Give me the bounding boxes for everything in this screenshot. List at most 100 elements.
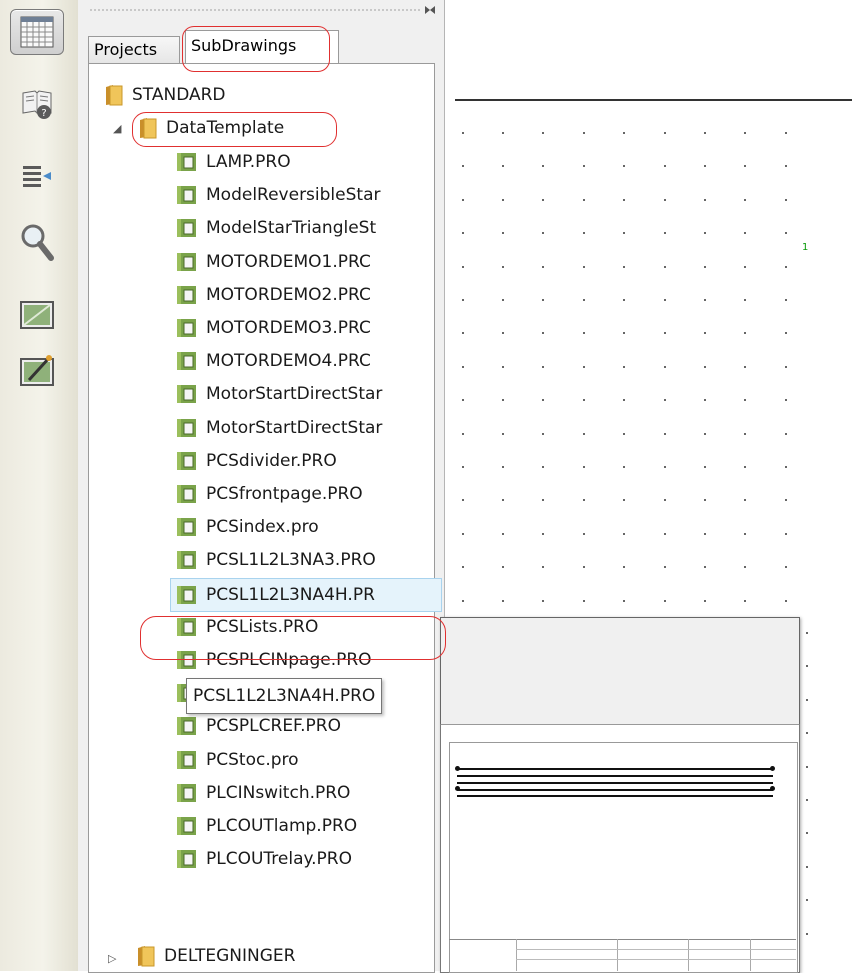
grid-dot	[623, 566, 625, 568]
tree-item-file[interactable]: LAMP.PRO	[176, 146, 432, 178]
grid-dot	[785, 232, 787, 234]
grid-view-button[interactable]	[10, 9, 64, 55]
grid-dot	[744, 499, 746, 501]
edit-screen-icon	[20, 355, 54, 386]
column-marker: 1	[802, 242, 809, 253]
subdrawing-file-icon	[177, 153, 196, 171]
tree-item-label: MotorStartDirectStar	[206, 418, 383, 438]
tree-item-label: MOTORDEMO3.PRC	[206, 318, 371, 338]
grid-dot	[502, 232, 504, 234]
grid-dot	[502, 466, 504, 468]
tree-item-label: MOTORDEMO4.PRC	[206, 351, 371, 371]
grid-dot	[502, 299, 504, 301]
search-button[interactable]	[11, 220, 63, 264]
grid-dot	[462, 433, 464, 435]
grid-dot	[542, 466, 544, 468]
grid-dot	[806, 632, 808, 634]
collapse-arrow-icon[interactable]: ▷	[108, 952, 116, 965]
grid-dot	[806, 899, 808, 901]
tree-item-label: PCSfrontpage.PRO	[206, 484, 363, 504]
grid-dot	[502, 433, 504, 435]
tree-item-label: ModelStarTriangleSt	[206, 218, 377, 238]
tree-item-deltegninger[interactable]: DELTEGNINGER	[136, 940, 295, 972]
grid-dot	[704, 466, 706, 468]
grid-dot	[806, 665, 808, 667]
grid-dot	[623, 232, 625, 234]
grid-dot	[785, 600, 787, 602]
tree-item-datatemplate[interactable]: DataTemplate	[138, 112, 284, 144]
tree-item-file[interactable]: MotorStartDirectStar	[176, 412, 432, 444]
grid-dot	[623, 199, 625, 201]
subdrawing-file-icon	[177, 419, 196, 437]
panel-grip[interactable]	[90, 9, 420, 11]
help-button[interactable]: ?	[11, 82, 63, 126]
grid-dot	[806, 933, 808, 935]
grid-dot	[664, 399, 666, 401]
screen-icon	[20, 301, 54, 329]
grid-dot	[704, 399, 706, 401]
grid-dot	[744, 600, 746, 602]
tree-item-file[interactable]: PCSdivider.PRO	[176, 445, 432, 477]
grid-dot	[664, 132, 666, 134]
grid-dot	[785, 499, 787, 501]
subdrawing-file-icon	[177, 286, 196, 304]
tree-item-file[interactable]: PCSfrontpage.PRO	[176, 478, 432, 510]
grid-dot	[704, 600, 706, 602]
tab-subdrawings[interactable]: SubDrawings	[185, 30, 339, 64]
grid-dot	[744, 132, 746, 134]
tree-item-file[interactable]: PCSPLCREF.PRO	[176, 710, 432, 742]
folder-icon	[138, 946, 155, 967]
grid-dot	[744, 266, 746, 268]
grid-dot	[583, 466, 585, 468]
grid-dot	[664, 600, 666, 602]
tab-projects[interactable]: Projects	[88, 36, 180, 63]
tree-item-file[interactable]: PLCOUTlamp.PRO	[176, 810, 432, 842]
tree-item-file[interactable]: PCSL1L2L3NA4H.PR	[170, 578, 442, 612]
tree-item-file[interactable]: PCStoc.pro	[176, 744, 432, 776]
grid-dot	[785, 299, 787, 301]
tree-item-standard[interactable]: STANDARD	[104, 79, 226, 111]
tree-item-file[interactable]: ModelReversibleStar	[176, 179, 432, 211]
grid-dot	[502, 499, 504, 501]
grid-dot	[583, 199, 585, 201]
grid-dot	[583, 165, 585, 167]
grid-dot	[542, 533, 544, 535]
tree-item-file[interactable]: ModelStarTriangleSt	[176, 212, 432, 244]
grid-dot	[664, 566, 666, 568]
tree-item-file[interactable]: PCSPLCINpage.PRO	[176, 644, 432, 676]
title-block-line	[516, 949, 796, 950]
edit-screen-button[interactable]	[11, 349, 63, 393]
tree-item-file[interactable]: MOTORDEMO2.PRC	[176, 279, 432, 311]
tree-item-file[interactable]: PCSL1L2L3NA3.PRO	[176, 544, 432, 576]
filename-tooltip: PCSL1L2L3NA4H.PRO	[186, 678, 383, 714]
subdrawing-file-icon	[177, 618, 196, 636]
subdrawing-file-icon	[177, 385, 196, 403]
pin-close-icon[interactable]	[423, 3, 437, 17]
screen-button[interactable]	[11, 293, 63, 337]
tree-item-file[interactable]: PCSindex.pro	[176, 511, 432, 543]
tree-item-file[interactable]: MOTORDEMO3.PRC	[176, 312, 432, 344]
grid-dot	[744, 199, 746, 201]
expand-arrow-icon[interactable]: ◢	[113, 122, 121, 135]
grid-dot	[462, 132, 464, 134]
tree-item-file[interactable]: PLCOUTrelay.PRO	[176, 843, 432, 875]
grid-dot	[744, 165, 746, 167]
tree-item-file[interactable]: MotorStartDirectStar	[176, 378, 432, 410]
grid-dot	[502, 332, 504, 334]
tree-item-file[interactable]: MOTORDEMO1.PRC	[176, 246, 432, 278]
grid-dot	[502, 566, 504, 568]
tree-item-label: PLCINswitch.PRO	[206, 783, 351, 803]
grid-dot	[785, 399, 787, 401]
grid-dot	[502, 366, 504, 368]
insert-list-button[interactable]	[11, 155, 63, 199]
grid-dot	[542, 299, 544, 301]
subdrawing-file-icon	[177, 850, 196, 868]
grid-dot	[785, 433, 787, 435]
grid-dot	[744, 299, 746, 301]
grid-dot	[664, 266, 666, 268]
tree-item-file[interactable]: MOTORDEMO4.PRC	[176, 345, 432, 377]
preview-bus-line	[457, 795, 773, 797]
grid-dot	[785, 533, 787, 535]
tree-item-file[interactable]: PLCINswitch.PRO	[176, 777, 432, 809]
tree-item-file[interactable]: PCSLists.PRO	[176, 611, 432, 643]
